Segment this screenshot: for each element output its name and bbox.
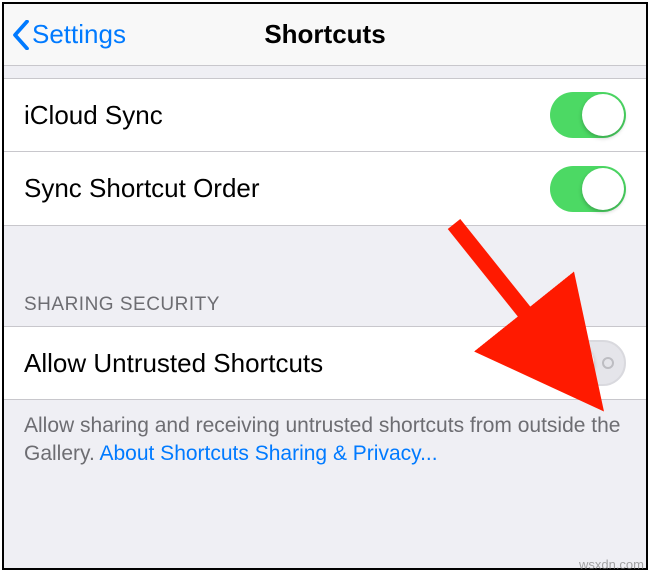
about-shortcuts-link[interactable]: About Shortcuts Sharing & Privacy... — [99, 442, 437, 465]
row-icloud-sync: iCloud Sync — [4, 78, 646, 152]
navbar: Settings Shortcuts — [4, 4, 646, 66]
row-label: Sync Shortcut Order — [24, 173, 260, 204]
settings-screen: Settings Shortcuts iCloud Sync Sync Shor… — [2, 2, 648, 570]
spacer — [4, 66, 646, 78]
toggle-icloud-sync[interactable] — [550, 92, 626, 138]
section-gap — [4, 226, 646, 286]
row-label: iCloud Sync — [24, 100, 163, 131]
back-label: Settings — [32, 19, 126, 50]
toggle-sync-order[interactable] — [550, 166, 626, 212]
row-allow-untrusted: Allow Untrusted Shortcuts — [4, 326, 646, 400]
toggle-knob — [582, 94, 624, 136]
row-sync-order: Sync Shortcut Order — [4, 152, 646, 226]
back-button[interactable]: Settings — [4, 19, 126, 50]
footer-text: Allow sharing and receiving untrusted sh… — [4, 400, 646, 469]
toggle-allow-untrusted[interactable] — [550, 340, 626, 386]
toggle-knob — [582, 168, 624, 210]
toggle-off-indicator — [602, 357, 614, 369]
row-label: Allow Untrusted Shortcuts — [24, 348, 323, 379]
toggle-knob — [552, 342, 594, 384]
section-header-sharing-security: SHARING SECURITY — [4, 286, 646, 326]
chevron-left-icon — [12, 20, 30, 50]
